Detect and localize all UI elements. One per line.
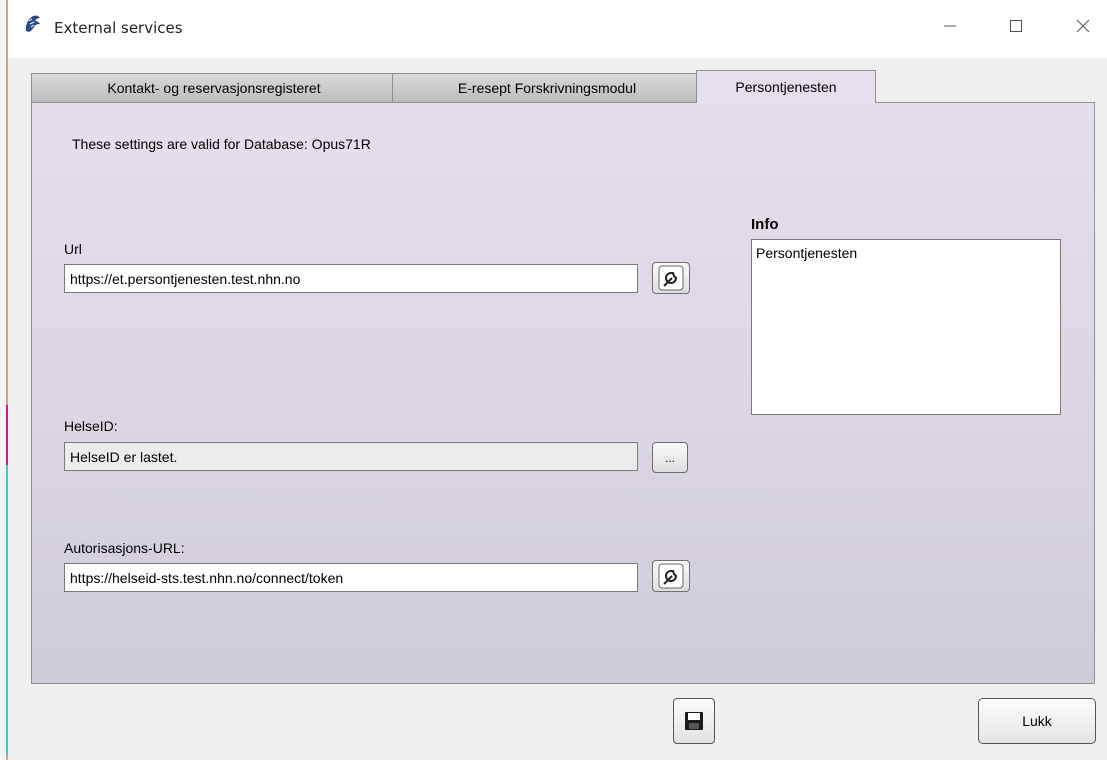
external-services-window: External services Kontakt- og reservasjo… bbox=[8, 0, 1107, 760]
background-window-edge bbox=[0, 0, 8, 760]
url-input[interactable] bbox=[64, 264, 638, 293]
close-icon bbox=[1076, 19, 1090, 33]
close-dialog-button[interactable]: Lukk bbox=[978, 698, 1096, 744]
autorisasjons-url-test-button[interactable] bbox=[652, 560, 690, 592]
title-bar: External services bbox=[8, 0, 1107, 58]
helseid-label: HelseID: bbox=[64, 418, 118, 434]
tab-kontakt-reservasjonsregisteret[interactable]: Kontakt- og reservasjonsregisteret bbox=[31, 73, 397, 102]
database-note: These settings are valid for Database: O… bbox=[72, 136, 371, 152]
info-title: Info bbox=[751, 216, 779, 233]
tab-persontjenesten[interactable]: Persontjenesten bbox=[696, 70, 876, 103]
url-label: Url bbox=[64, 241, 82, 257]
tab-panel-persontjenesten: These settings are valid for Database: O… bbox=[31, 102, 1095, 684]
autorisasjons-url-label: Autorisasjons-URL: bbox=[64, 540, 185, 556]
info-textbox[interactable]: Persontjenesten bbox=[751, 239, 1061, 415]
app-logo-icon bbox=[25, 15, 40, 32]
minimize-button[interactable] bbox=[935, 12, 965, 40]
minimize-icon bbox=[944, 25, 956, 27]
window-title: External services bbox=[54, 19, 183, 37]
helseid-browse-button[interactable]: ... bbox=[652, 442, 688, 473]
url-test-button[interactable] bbox=[652, 262, 690, 294]
maximize-icon bbox=[1010, 20, 1022, 32]
autorisasjons-url-input[interactable] bbox=[64, 563, 638, 592]
wrench-icon bbox=[658, 563, 684, 589]
maximize-button[interactable] bbox=[1001, 12, 1031, 40]
wrench-icon bbox=[658, 265, 684, 291]
tab-e-resept[interactable]: E-resept Forskrivningsmodul bbox=[392, 73, 702, 102]
save-button[interactable] bbox=[673, 698, 715, 744]
helseid-field[interactable] bbox=[64, 442, 638, 471]
close-window-button[interactable] bbox=[1068, 12, 1098, 40]
save-icon bbox=[685, 712, 703, 730]
